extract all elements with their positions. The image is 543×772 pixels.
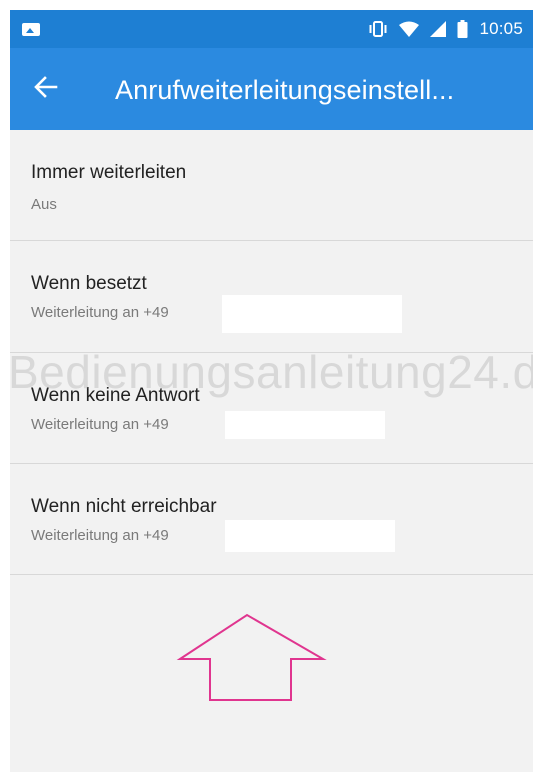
status-icons: 10:05 [368, 19, 523, 39]
forwarding-options-list: Immer weiterleiten Aus Wenn besetzt Weit… [10, 130, 533, 575]
list-item-title: Wenn besetzt [31, 273, 147, 294]
image-notification-icon [22, 23, 40, 36]
app-bar: Anrufweiterleitungseinstell... [10, 48, 533, 130]
battery-icon [457, 20, 468, 38]
arrow-left-icon [34, 75, 58, 103]
wifi-icon [399, 21, 420, 37]
back-button[interactable] [28, 71, 64, 107]
list-item-title: Wenn keine Antwort [31, 385, 200, 406]
status-bar: 10:05 [10, 10, 533, 48]
list-item-title: Wenn nicht erreichbar [31, 496, 217, 517]
list-item-title: Immer weiterleiten [31, 162, 187, 183]
redacted-phone-number [225, 520, 395, 552]
list-item-summary: Weiterleitung an +49 [31, 416, 169, 433]
list-item-summary: Weiterleitung an +49 [31, 304, 169, 321]
status-time: 10:05 [479, 19, 523, 38]
redacted-phone-number [225, 411, 385, 439]
page-title: Anrufweiterleitungseinstell... [115, 75, 455, 105]
signal-icon [430, 21, 447, 37]
list-item-no-answer[interactable]: Wenn keine Antwort Weiterleitung an +49 [10, 353, 533, 464]
phone-screen: 10:05 Anrufweiterleitungseinstell... Imm… [10, 10, 533, 772]
list-item-always-forward[interactable]: Immer weiterleiten Aus [10, 130, 533, 241]
vibrate-icon [368, 20, 388, 38]
list-item-unreachable[interactable]: Wenn nicht erreichbar Weiterleitung an +… [10, 464, 533, 575]
list-item-summary: Weiterleitung an +49 [31, 527, 169, 544]
redacted-phone-number [222, 295, 402, 333]
up-arrow-annotation-icon [170, 610, 330, 710]
list-item-summary: Aus [31, 196, 57, 213]
list-item-when-busy[interactable]: Wenn besetzt Weiterleitung an +49 [10, 241, 533, 353]
